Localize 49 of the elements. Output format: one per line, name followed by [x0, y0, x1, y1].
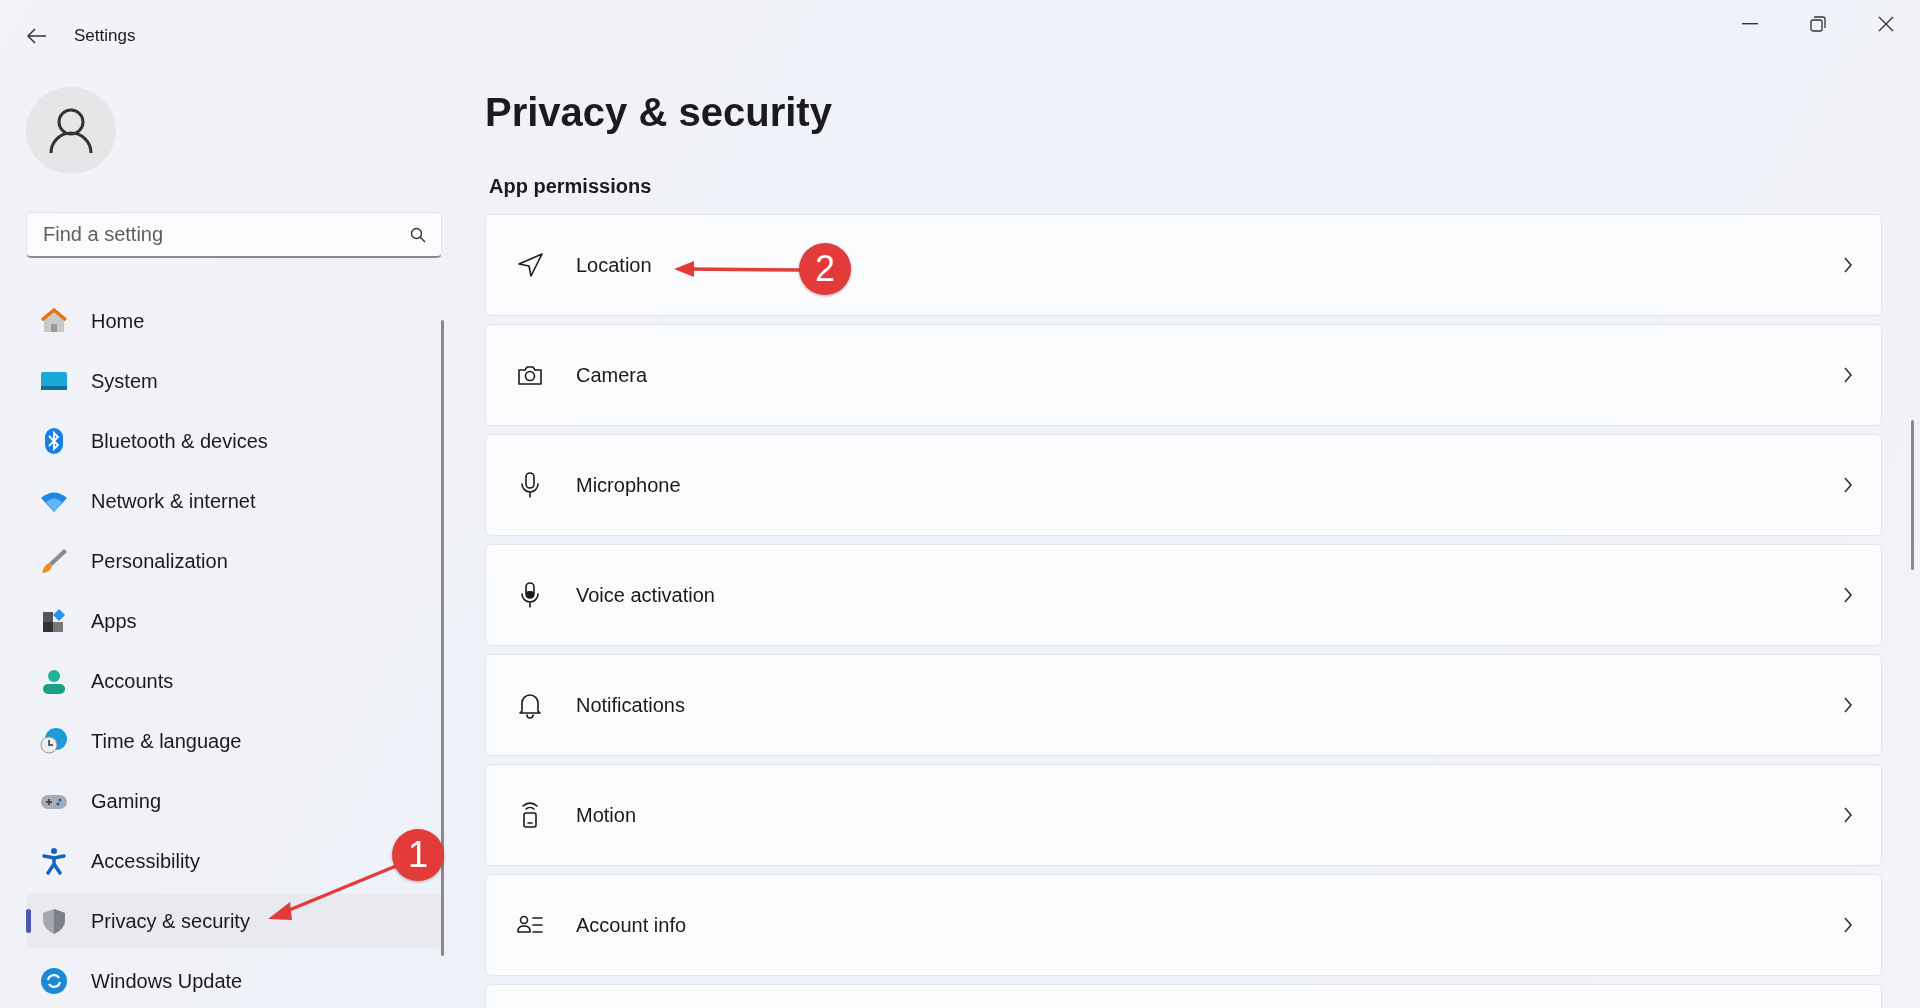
- search-icon: [410, 227, 426, 243]
- paintbrush-icon: [40, 547, 68, 575]
- step-badge: 1: [392, 829, 444, 881]
- settings-row[interactable]: Microphone: [485, 434, 1882, 536]
- chevron-icon: [1843, 917, 1853, 933]
- nav-item[interactable]: Gaming: [26, 774, 172, 828]
- globe-clock-icon: [40, 727, 68, 755]
- settings-row[interactable]: Account info: [485, 874, 1882, 976]
- nav-item[interactable]: System: [26, 354, 168, 408]
- settings-row[interactable]: Notifications: [485, 654, 1882, 756]
- back-arrow-icon: [27, 28, 47, 44]
- chevron-icon: [1843, 807, 1853, 823]
- nav-item[interactable]: Apps: [26, 594, 147, 648]
- nav-item[interactable]: Network & internet: [26, 474, 266, 528]
- chevron-icon: [1843, 367, 1853, 383]
- nav-item[interactable]: Accessibility: [26, 834, 210, 888]
- house-icon: [40, 307, 68, 335]
- navigation-arrow-icon: [516, 251, 544, 279]
- nav-item[interactable]: Bluetooth & devices: [26, 414, 278, 468]
- scrollbar[interactable]: [1911, 420, 1914, 570]
- accessibility-icon: [40, 847, 68, 875]
- person-icon: [40, 667, 68, 695]
- page-title: Privacy & security: [485, 90, 833, 135]
- chevron-icon: [1843, 257, 1853, 273]
- apps-icon: [40, 607, 68, 635]
- minimize-icon: [1742, 23, 1758, 25]
- settings-row[interactable]: Voice activation: [485, 544, 1882, 646]
- nav-item[interactable]: Privacy & security: [26, 894, 442, 948]
- nav-item[interactable]: Time & language: [26, 714, 252, 768]
- chevron-icon: [1843, 477, 1853, 493]
- window-title: Settings: [74, 26, 136, 46]
- bell-icon: [516, 691, 544, 719]
- settings-row[interactable]: Camera: [485, 324, 1882, 426]
- nav-item[interactable]: Windows Update: [26, 954, 253, 1008]
- scrollbar[interactable]: [441, 320, 444, 956]
- chevron-icon: [1843, 587, 1853, 603]
- chevron-icon: [1843, 697, 1853, 713]
- close-icon: [1878, 16, 1894, 32]
- nav-item[interactable]: Home: [26, 294, 155, 348]
- shield-icon: [40, 907, 68, 935]
- section-heading: App permissions: [489, 175, 653, 198]
- nav-item[interactable]: Accounts: [26, 654, 184, 708]
- settings-row[interactable]: Motion: [485, 764, 1882, 866]
- search-field[interactable]: Find a setting: [26, 212, 442, 258]
- nav-item[interactable]: Personalization: [26, 534, 238, 588]
- sync-icon: [40, 967, 68, 995]
- person-icon: [49, 106, 93, 155]
- selection-indicator: [26, 909, 31, 933]
- restore-icon: [1810, 16, 1826, 32]
